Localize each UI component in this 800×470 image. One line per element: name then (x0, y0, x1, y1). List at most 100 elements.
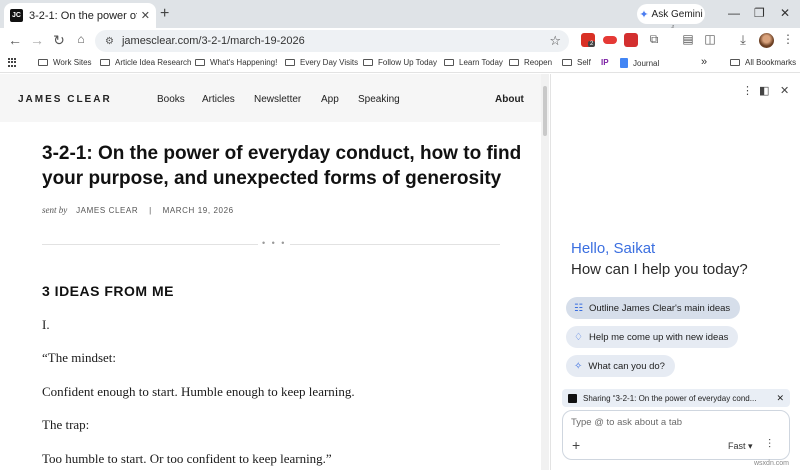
download-icon[interactable]: ⤓ (735, 32, 751, 48)
bookmark-folder[interactable]: Work Sites (38, 58, 92, 67)
nav-newsletter[interactable]: Newsletter (254, 94, 301, 105)
folder-icon (285, 59, 295, 66)
ask-gemini-label: Ask Gemini (651, 8, 703, 20)
site-info-icon[interactable]: ⚙ (105, 36, 114, 47)
extension-red-triangle-icon[interactable] (624, 33, 638, 47)
restore-icon[interactable]: ❐ (754, 6, 765, 20)
article-paragraph: Too humble to start. Or too confident to… (42, 451, 332, 466)
bookmark-folder[interactable]: Follow Up Today (363, 58, 437, 67)
nav-books[interactable]: Books (157, 94, 185, 105)
web-page: JAMES CLEAR Books Articles Newsletter Ap… (0, 74, 541, 470)
divider-dots: • • • (258, 238, 291, 248)
bookmark-label: Self (577, 58, 591, 67)
folder-icon (38, 59, 48, 66)
article-paragraph: Confident enough to start. Humble enough… (42, 384, 355, 399)
bookmark-folder[interactable]: Reopen (509, 58, 552, 67)
nav-articles[interactable]: Articles (202, 94, 235, 105)
bookmark-ip-icon[interactable]: IP (601, 58, 609, 67)
tab-active[interactable]: JC 3-2-1: On the power of everyday ✕ (4, 3, 156, 28)
avatar[interactable] (759, 33, 774, 48)
menu-kebab-icon[interactable]: ⋮ (780, 32, 796, 46)
side-panel-icon[interactable]: ◫ (702, 32, 718, 46)
gemini-side-panel: ⋮ ◧ ✕ Hello, Saikat How can I help you t… (550, 74, 800, 470)
window-close-icon[interactable]: ✕ (780, 6, 790, 20)
all-bookmarks-label: All Bookmarks (745, 58, 797, 67)
byline-date: MARCH 19, 2026 (162, 206, 234, 215)
article-paragraph: I. (42, 317, 50, 332)
address-url[interactable]: jamesclear.com/3-2-1/march-19-2026 (122, 35, 305, 47)
mode-label: Fast (728, 441, 746, 451)
site-logo[interactable]: JAMES CLEAR (18, 94, 112, 105)
folder-icon (730, 59, 740, 66)
model-mode-select[interactable]: Fast ▾ (728, 441, 753, 452)
panel-menu-icon[interactable]: ⋮ (742, 84, 753, 97)
nav-about[interactable]: About (495, 94, 524, 105)
chip-label: Help me come up with new ideas (588, 331, 729, 343)
prompt-composer: + Fast ▾ ⫶ (562, 410, 790, 460)
chip-label: Outline James Clear's main ideas (588, 302, 731, 314)
bookmark-folder[interactable]: Self (562, 58, 591, 67)
page-scrollbar-thumb[interactable] (543, 86, 547, 136)
bookmark-label: Every Day Visits (300, 58, 359, 67)
back-icon[interactable]: ← (7, 32, 23, 48)
bookmark-folder[interactable]: What's Happening! (195, 58, 277, 67)
greeting: Hello, Saikat (571, 240, 656, 257)
chevron-down-icon: ▾ (748, 441, 753, 451)
voice-input-icon[interactable]: ⫶ (768, 437, 771, 452)
suggestion-chip-outline[interactable]: ☷ Outline James Clear's main ideas (566, 297, 741, 319)
nav-app[interactable]: App (321, 94, 339, 105)
folder-icon (562, 59, 572, 66)
bookmark-folder[interactable]: Article Idea Research (100, 58, 191, 67)
bookmark-label: What's Happening! (210, 58, 278, 67)
address-bar[interactable]: ⚙ jamesclear.com/3-2-1/march-19-2026 ☆ (95, 30, 569, 52)
minimize-icon[interactable]: — (728, 6, 740, 20)
nav-speaking[interactable]: Speaking (358, 94, 400, 105)
site-header: JAMES CLEAR Books Articles Newsletter Ap… (0, 74, 541, 122)
panel-close-icon[interactable]: ✕ (780, 84, 789, 97)
bookmark-label: Work Sites (53, 58, 92, 67)
add-attachment-icon[interactable]: + (572, 437, 580, 453)
bookmark-journal[interactable]: Journal (620, 58, 659, 68)
gemini-sparkle-icon: ✦ (639, 8, 649, 21)
lightbulb-icon: ♢ (574, 331, 583, 343)
byline-separator: | (149, 206, 152, 215)
folder-icon (363, 59, 373, 66)
toolbar: ← → ↻ ⌂ ⚙ jamesclear.com/3-2-1/march-19-… (0, 28, 800, 53)
home-icon[interactable]: ⌂ (73, 32, 89, 46)
prompt-input[interactable] (571, 417, 771, 428)
sparkle-icon: ✧ (574, 360, 583, 372)
bookmark-label: Article Idea Research (115, 58, 192, 67)
greeting-subtitle: How can I help you today? (571, 261, 748, 278)
new-tab-icon[interactable]: + (160, 5, 169, 23)
forward-icon[interactable]: → (29, 32, 45, 48)
bookmark-folder[interactable]: Every Day Visits (285, 58, 358, 67)
docs-icon (620, 58, 628, 68)
byline-author[interactable]: JAMES CLEAR (76, 206, 138, 215)
byline: sent by JAMES CLEAR | MARCH 19, 2026 (42, 205, 234, 215)
byline-sent-by: sent by (42, 205, 68, 215)
bookmark-label: Learn Today (459, 58, 503, 67)
sharing-close-icon[interactable]: ✕ (776, 393, 784, 404)
panel-popout-icon[interactable]: ◧ (759, 84, 769, 97)
bookmark-star-icon[interactable]: ☆ (549, 33, 561, 49)
reload-icon[interactable]: ↻ (51, 32, 67, 49)
chip-label: What can you do? (588, 360, 665, 372)
suggestion-chip-ideas[interactable]: ♢ Help me come up with new ideas (566, 326, 739, 348)
folder-icon (195, 59, 205, 66)
extension-badge-count: 2 (588, 41, 596, 47)
ask-gemini-button[interactable]: ✦ Ask Gemini (637, 4, 705, 24)
folder-icon (100, 59, 110, 66)
extension-red-pill-icon[interactable] (603, 36, 617, 44)
all-bookmarks[interactable]: All Bookmarks (730, 58, 796, 67)
suggestion-chip-capabilities[interactable]: ✧ What can you do? (566, 355, 675, 377)
site-favicon-icon: JC (10, 9, 23, 22)
bookmark-folder[interactable]: Learn Today (444, 58, 503, 67)
bookmarks-overflow-icon[interactable]: » (701, 56, 707, 68)
section-heading: 3 IDEAS FROM ME (42, 283, 174, 299)
reading-list-icon[interactable]: ▤ (680, 32, 696, 46)
bookmarks-bar: Work Sites Article Idea Research What's … (0, 53, 800, 73)
extensions-puzzle-icon[interactable]: ⧉ (646, 32, 662, 47)
folder-icon (444, 59, 454, 66)
tab-close-icon[interactable]: ✕ (141, 9, 150, 22)
apps-grid-icon[interactable] (8, 58, 17, 67)
